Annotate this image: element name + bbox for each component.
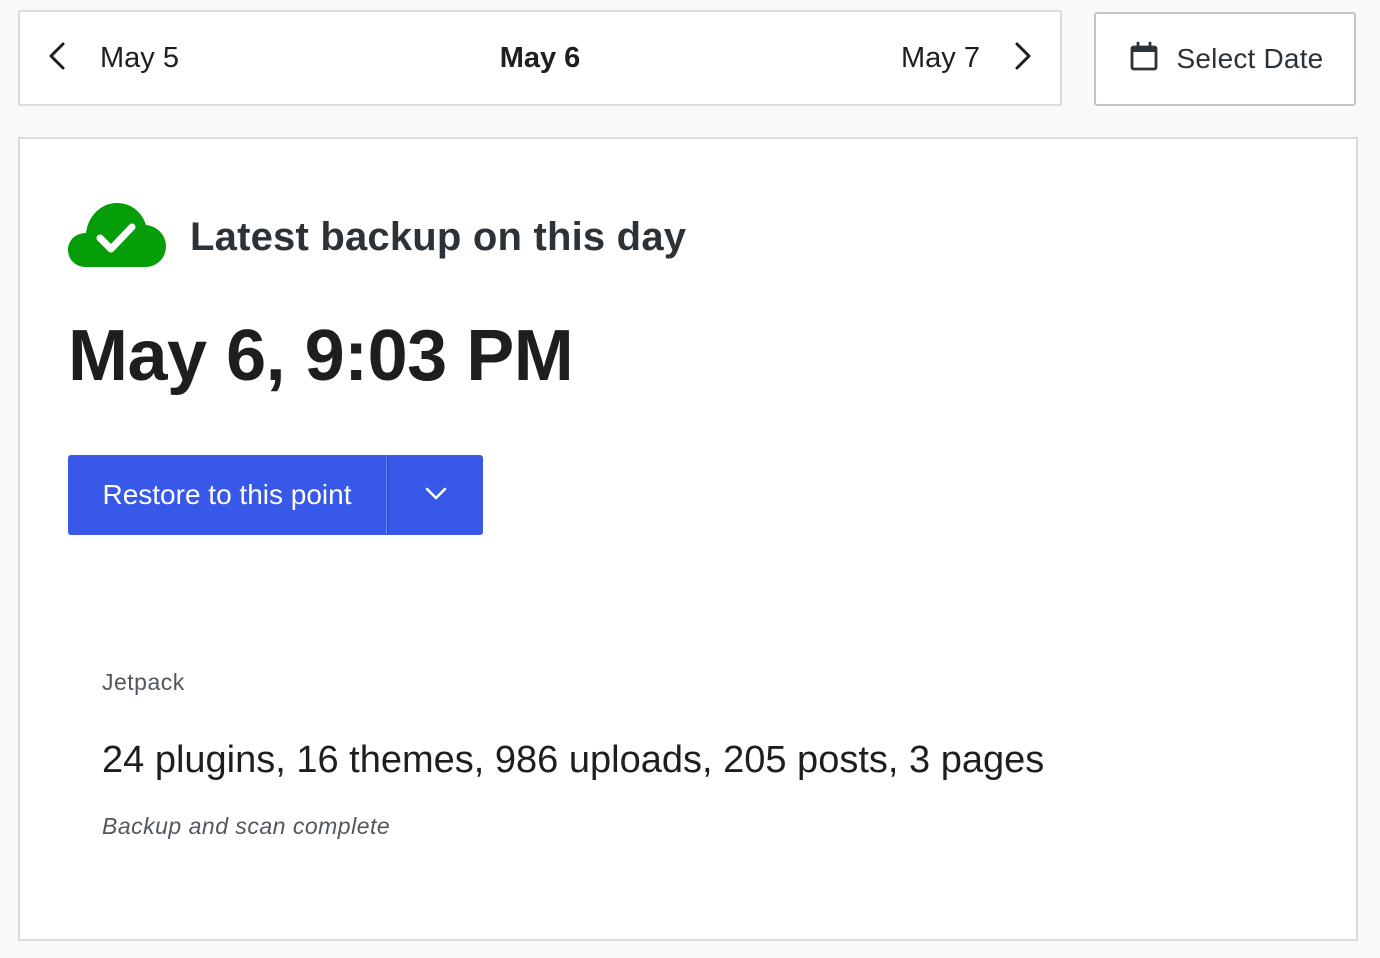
restore-button[interactable]: Restore to this point <box>68 455 386 535</box>
backup-status-row: Latest backup on this day <box>68 201 686 274</box>
backup-timestamp: May 6, 9:03 PM <box>68 316 574 396</box>
restore-options-toggle[interactable] <box>388 455 483 535</box>
select-date-button[interactable]: Select Date <box>1094 12 1356 106</box>
chevron-down-icon <box>422 479 450 512</box>
backup-source: Jetpack <box>102 669 185 695</box>
chevron-left-icon <box>42 40 74 77</box>
date-navigator: May 5 May 6 May 7 <box>18 10 1062 106</box>
previous-day-button[interactable]: May 5 <box>42 12 179 104</box>
cloud-check-icon <box>68 201 166 274</box>
backup-card: Latest backup on this day May 6, 9:03 PM… <box>18 137 1358 941</box>
backup-status-title: Latest backup on this day <box>190 215 687 259</box>
restore-split-button: Restore to this point <box>68 455 483 535</box>
chevron-right-icon <box>1006 40 1038 77</box>
select-date-label: Select Date <box>1176 43 1324 74</box>
calendar-icon <box>1127 40 1177 79</box>
next-day-button[interactable]: May 7 <box>901 12 1038 104</box>
backup-content-summary: 24 plugins, 16 themes, 986 uploads, 205 … <box>102 739 1045 781</box>
previous-day-label: May 5 <box>100 41 179 74</box>
backup-scan-status: Backup and scan complete <box>102 813 391 839</box>
next-day-label: May 7 <box>901 41 980 74</box>
